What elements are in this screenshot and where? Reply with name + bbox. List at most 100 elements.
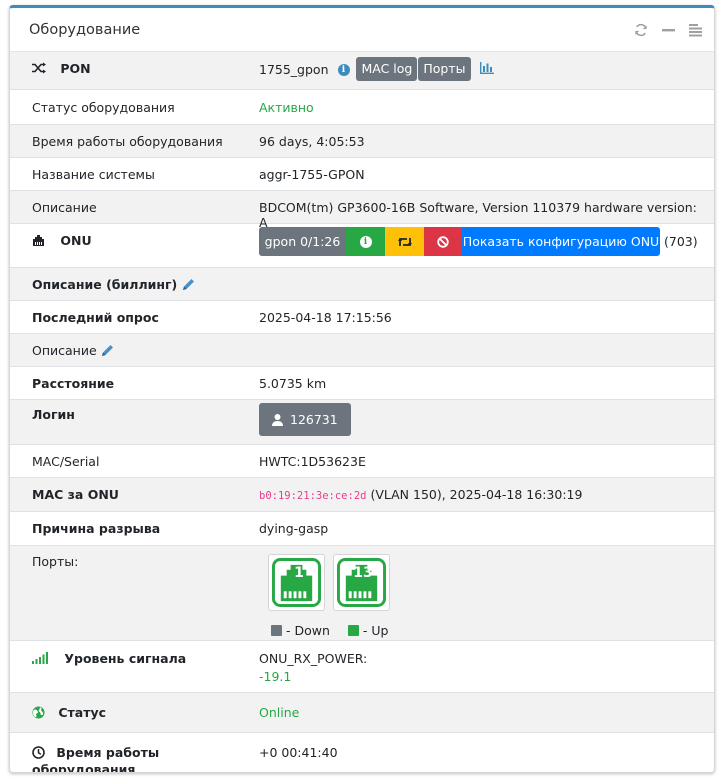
login-label: Логин [32,407,75,422]
signal-label-cell: Уровень сигнала [32,651,259,667]
ports-legend: - Down - Up [271,623,704,638]
pon-label-cell: PON [32,61,259,77]
last-poll-value: 2025-04-18 17:15:56 [259,310,392,325]
last-poll-label: Последний опрос [32,310,159,325]
minimize-icon[interactable] [662,23,675,37]
onu-info-button[interactable]: i [346,227,385,256]
reason-label: Причина разрыва [32,521,161,536]
port-13[interactable] [333,554,390,611]
login-button[interactable]: 126731 [259,403,351,436]
mac-behind-value: b0:19:21:3e:ce:2d (VLAN 150), 2025-04-18… [259,487,704,502]
distance-label: Расстояние [32,376,115,391]
signal-label: Уровень сигнала [64,651,187,666]
equipment-card: Оборудование PON 1755_gpon i MAC log Порт… [9,5,715,773]
signal-value: -19.1 [259,669,292,684]
ports-button[interactable]: Порты [418,57,471,81]
pon-label: PON [60,61,91,76]
onu-description-label: Описание [32,343,97,358]
login-value-cell: 126731 [259,403,704,436]
row-status: Статус оборудования Активно [10,90,714,125]
info-icon[interactable]: i [337,63,350,76]
legend-down: - Down [286,623,330,638]
billing-description-label: Описание (биллинг) [32,277,178,292]
port-1[interactable] [268,554,325,611]
sysname-value: aggr-1755-GPON [259,167,365,182]
card-header: Оборудование [10,8,714,52]
signal-value-cell: ONU_RX_POWER: -19.1 [259,651,704,684]
mac-serial-label: MAC/Serial [32,454,100,469]
onu-uptime-value: +0 00:41:40 [259,745,338,760]
row-login: Логин 126731 [10,400,714,445]
signal-icon [32,652,48,667]
row-description: Описание BDCOM(tm) GP3600-16B Software, … [10,191,714,230]
row-sysname: Название системы aggr-1755-GPON [10,158,714,191]
signal-key: ONU_RX_POWER: [259,651,368,666]
mac-behind-details: (VLAN 150), 2025-04-18 16:30:19 [366,487,583,502]
row-mac-behind-onu: MAC за ONU b0:19:21:3e:ce:2d (VLAN 150),… [10,478,714,512]
card-tools [634,23,702,37]
onu-status-label-cell: Статус [32,705,259,722]
card-title: Оборудование [29,21,141,38]
ethernet-icon [32,234,45,249]
uptime-value: 96 days, 4:05:53 [259,134,365,149]
row-pon: PON 1755_gpon i MAC log Порты [10,52,714,90]
mac-log-button[interactable]: MAC log [356,57,418,81]
pencil-icon[interactable] [182,278,195,294]
retweet-icon [397,237,412,246]
billing-description-cell: Описание (биллинг) [32,277,259,294]
menu-icon[interactable] [689,23,702,37]
row-distance: Расстояние 5.0735 km [10,367,714,400]
onu-interface-button[interactable]: gpon 0/1:26 [259,227,346,256]
row-mac-serial: MAC/Serial HWTC:1D53623E [10,445,714,478]
ban-icon [437,235,449,248]
row-onu-description: Описание [10,334,714,367]
onu-count: (703) [663,234,698,249]
onu-status-label: Статус [58,705,107,720]
pencil-icon[interactable] [101,344,114,360]
status-value: Активно [259,100,314,115]
row-onu-status: Статус Online [10,693,714,733]
info-icon: i [359,235,372,248]
clock-icon [32,745,45,762]
refresh-icon[interactable] [634,23,648,37]
onu-reboot-button[interactable] [385,227,424,256]
mac-address: b0:19:21:3e:ce:2d [259,490,367,502]
row-ports: Порты: 1 13 - Down - Up [10,546,714,641]
pon-value: 1755_gpon i MAC log Порты [259,57,704,81]
legend-down-swatch [271,625,282,636]
show-onu-config-button[interactable]: Показать конфигурацию ONU [462,227,660,256]
legend-up-swatch [347,625,359,636]
distance-value: 5.0735 km [259,376,327,391]
bar-chart-icon[interactable] [480,62,495,77]
pon-device: 1755_gpon [259,62,329,77]
mac-behind-label: MAC за ONU [32,487,119,502]
onu-label-cell: ONU [32,233,259,249]
row-billing-description: Описание (биллинг) [10,268,714,301]
onu-label: ONU [60,233,92,248]
globe-icon [32,706,45,722]
mac-serial-value: HWTC:1D53623E [259,454,366,469]
row-last-poll: Последний опрос 2025-04-18 17:15:56 [10,301,714,334]
row-onu: ONU gpon 0/1:26 i Показать конфигурацию … [10,224,714,268]
uptime-label: Время работы оборудования [32,134,223,149]
row-disconnect-reason: Причина разрыва dying-gasp [10,512,714,546]
description-label: Описание [32,200,97,215]
onu-block-button[interactable] [424,227,462,256]
status-label: Статус оборудования [32,100,175,115]
sysname-label: Название системы [32,167,155,182]
ports-value: 1 13 - Down - Up [268,554,704,638]
onu-value: gpon 0/1:26 i Показать конфигурацию ONU … [259,227,704,256]
onu-description-cell: Описание [32,343,259,360]
row-signal-level: Уровень сигнала ONU_RX_POWER: -19.1 [10,641,714,693]
onu-uptime-label: Время работы оборудования [32,745,160,773]
login-value: 126731 [290,412,338,427]
reason-value: dying-gasp [259,521,329,536]
onu-uptime-label-cell: Время работы оборудования [32,745,259,773]
port-13-number: 13 [353,565,373,581]
ports-label: Порты: [32,554,79,569]
user-icon [272,413,283,426]
row-onu-uptime: Время работы оборудования +0 00:41:40 [10,733,714,773]
shuffle-icon [32,62,46,77]
description-value: BDCOM(tm) GP3600-16B Software, Version 1… [259,200,697,230]
port-1-number: 1 [294,565,304,581]
